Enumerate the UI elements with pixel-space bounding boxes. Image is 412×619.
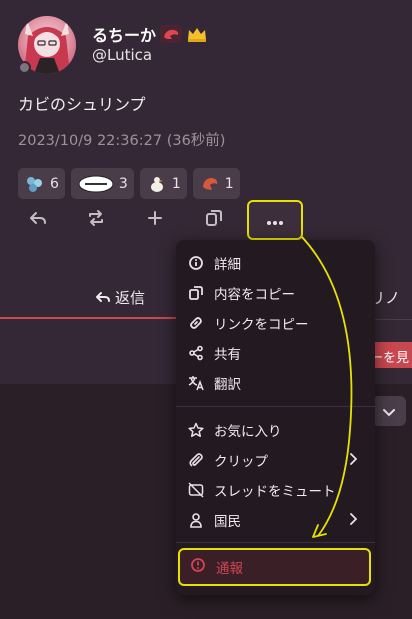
menu-item-translate[interactable]: 翻訳 [176,368,375,398]
link-icon [188,315,204,331]
reaction-button[interactable]: 3 [70,168,134,199]
more-icon [266,211,284,230]
reaction-count: 1 [171,175,181,192]
display-name[interactable]: るちーか [92,22,208,46]
quote-button[interactable] [194,204,234,236]
tab-replies-label: 返信 [115,289,146,307]
share-icon [188,345,204,361]
username[interactable]: @Lutica [92,46,152,64]
menu-item-clip[interactable]: クリップ [176,445,375,475]
chevron-right-icon [349,453,358,469]
online-status-dot [18,61,31,74]
menu-item-label: 通報 [216,561,243,577]
star-icon [188,422,204,438]
menu-item-label: リンクをコピー [214,317,309,333]
chevron-right-icon [349,513,358,529]
menu-item-label: 翻訳 [214,377,241,393]
copy-icon [188,285,204,301]
translate-icon [188,375,204,391]
display-name-text: るちーか [92,26,157,45]
menu-item-details[interactable]: 詳細 [176,248,375,278]
react-button[interactable] [135,204,175,236]
menu-item-report[interactable]: 通報 [178,548,371,586]
menu-item-citizen[interactable]: 国民 [176,505,375,535]
more-button[interactable] [247,200,303,240]
menu-item-label: 共有 [214,347,241,363]
note-options-menu: 詳細 内容をコピー リンクをコピー 共有 翻訳 お気に入り クリップ スレッドを… [176,240,375,595]
menu-item-favorite[interactable]: お気に入り [176,415,375,445]
menu-item-copy-content[interactable]: 内容をコピー [176,278,375,308]
mute-thread-icon [188,482,204,498]
reaction-button[interactable]: 1 [139,168,187,199]
reactions-bar: 6 3 1 1 [18,168,240,199]
plus-icon [147,210,163,230]
reply-icon [29,210,47,230]
crown-emoji-icon [186,25,208,43]
reaction-count: 3 [118,175,128,192]
custom-emoji-icon [24,174,46,194]
chevron-down-icon [383,402,395,421]
renote-icon [86,209,106,231]
reaction-button[interactable]: 1 [192,168,240,199]
note-timestamp[interactable]: 2023/10/9 22:36:27 (36秒前) [18,129,225,150]
person-icon [188,512,204,528]
menu-item-share[interactable]: 共有 [176,338,375,368]
paperclip-icon [188,452,204,468]
shrimp-emoji-icon [199,174,221,194]
custom-emoji-icon [77,174,115,194]
menu-item-label: 内容をコピー [214,287,295,303]
reaction-button[interactable]: 6 [18,168,65,199]
menu-divider [176,406,375,407]
menu-item-label: お気に入り [214,424,282,440]
menu-item-copy-link[interactable]: リンクをコピー [176,308,375,338]
active-tab-indicator [0,317,200,319]
menu-item-mute-thread[interactable]: スレッドをミュート [176,475,375,505]
renote-button[interactable] [76,204,116,236]
menu-item-label: スレッドをミュート [214,484,336,500]
menu-divider [176,542,375,543]
custom-emoji-icon [146,174,168,194]
report-icon [190,557,206,577]
menu-item-label: クリップ [214,454,268,470]
tab-replies[interactable]: 返信 [96,287,145,308]
avatar[interactable] [18,16,76,74]
shrimp-emoji-icon [160,25,183,43]
collapse-button[interactable] [372,396,406,426]
reply-icon [96,289,110,307]
menu-item-label: 詳細 [214,257,241,273]
reaction-count: 6 [50,175,59,192]
note-actions [18,200,318,240]
quote-icon [205,209,223,231]
reply-button[interactable] [18,204,58,236]
menu-item-label: 国民 [214,514,241,530]
reaction-count: 1 [224,175,234,192]
info-icon [188,255,204,271]
note-text: カビのシュリンプ [18,95,146,114]
